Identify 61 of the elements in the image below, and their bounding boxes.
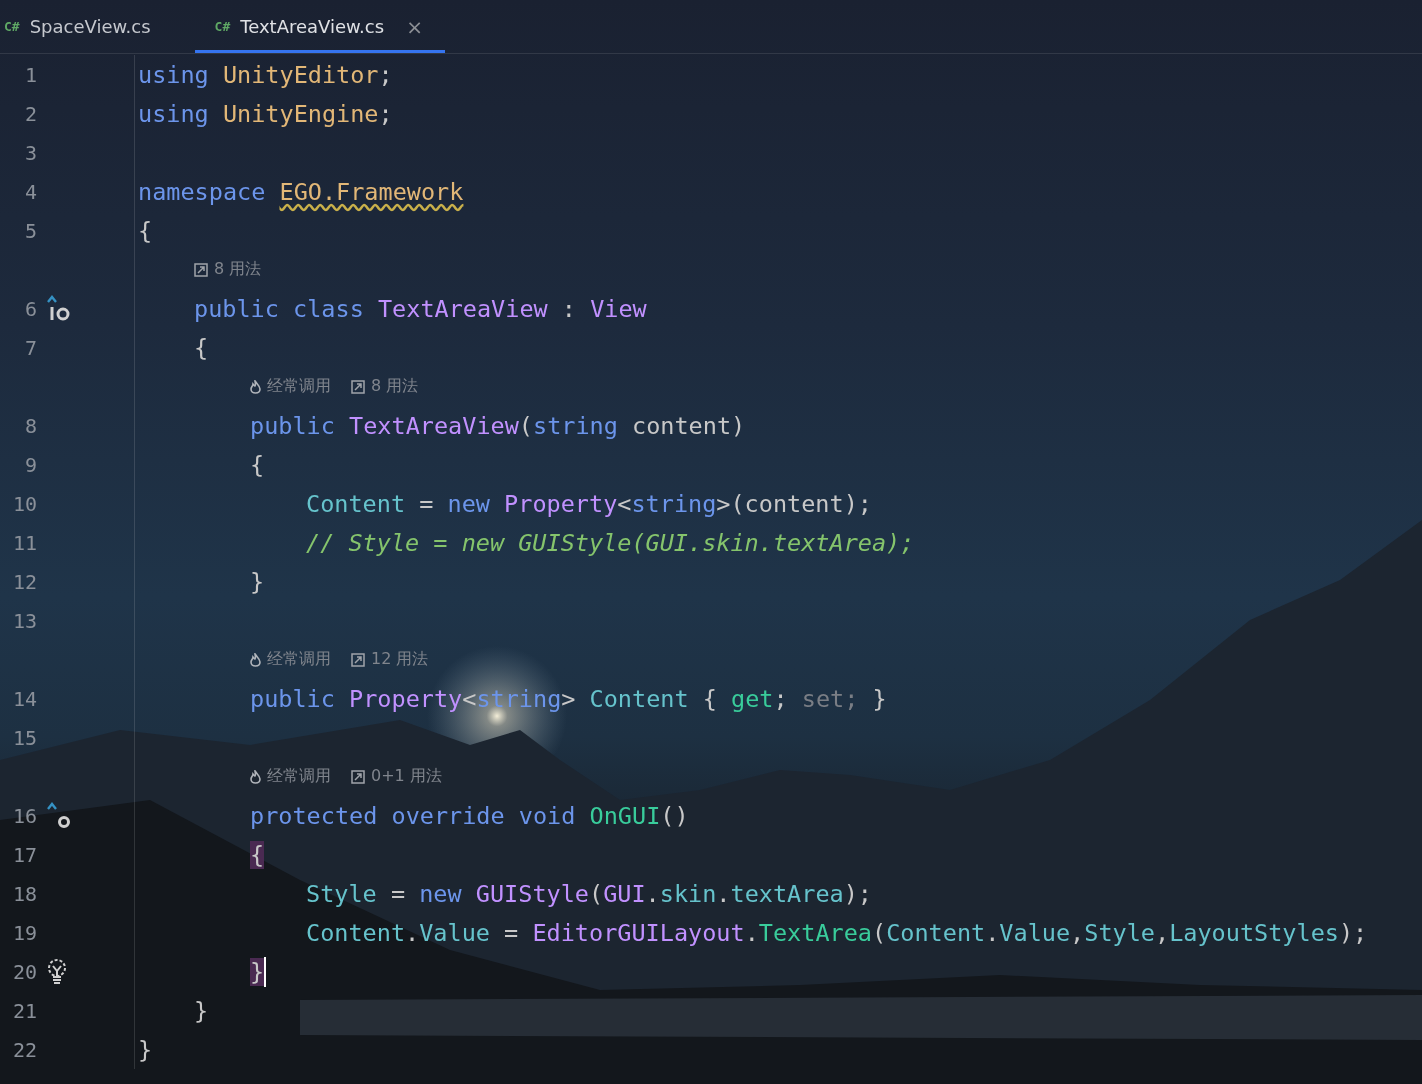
code-line: // Style = new GUIStyle(GUI.skin.textArea);	[306, 528, 915, 557]
flame-icon	[250, 769, 261, 784]
code-line: Content = new Property<string>(content);	[306, 489, 872, 518]
line-number: 6	[23, 296, 37, 321]
code-line: public class TextAreaView : View	[194, 294, 647, 323]
line-number: 5	[23, 218, 37, 243]
flame-icon	[250, 652, 261, 667]
usages-icon	[351, 652, 365, 667]
lightbulb-icon[interactable]	[46, 957, 68, 986]
code-line: protected override void OnGUI()	[250, 801, 689, 830]
code-line: {	[194, 333, 209, 362]
usages-link[interactable]: 0+1 用法	[371, 766, 442, 787]
usages-link[interactable]: 8 用法	[214, 259, 262, 280]
code-line: }	[138, 1035, 153, 1064]
code-line: }	[250, 567, 265, 596]
line-number: 19	[11, 920, 37, 945]
line-number: 13	[11, 608, 37, 633]
line-number: 16	[11, 803, 37, 828]
line-number: 4	[23, 179, 37, 204]
code-line: public TextAreaView(string content)	[250, 411, 746, 440]
line-number: 21	[11, 998, 37, 1023]
code-line: {	[250, 450, 265, 479]
code-line: Content.Value = EditorGUILayout.TextArea(Content.Value,Style,LayoutStyles);	[306, 918, 1368, 947]
frequently-called-hint: 经常调用	[267, 766, 331, 787]
line-number: 11	[11, 530, 37, 555]
file-tab[interactable]: C# TextAreaView.cs ×	[194, 0, 445, 53]
override-icon[interactable]	[46, 801, 72, 830]
line-number: 22	[11, 1037, 37, 1062]
usages-icon	[194, 262, 208, 277]
line-number: 8	[23, 413, 37, 438]
line-number: 17	[11, 842, 37, 867]
usages-link[interactable]: 8 用法	[371, 376, 419, 397]
usages-icon	[351, 769, 365, 784]
code-line: using UnityEditor;	[138, 60, 393, 89]
line-number: 12	[11, 569, 37, 594]
code-line: public Property<string> Content { get; set; }	[250, 684, 887, 713]
frequently-called-hint: 经常调用	[267, 376, 331, 397]
file-tab[interactable]: C# SpaceView.cs	[0, 0, 173, 53]
implemented-override-icon[interactable]	[46, 294, 72, 323]
code-line: Style = new GUIStyle(GUI.skin.textArea);	[306, 879, 872, 908]
frequently-called-hint: 经常调用	[267, 649, 331, 670]
line-number: 9	[23, 452, 37, 477]
line-number: 18	[11, 881, 37, 906]
usages-icon	[351, 379, 365, 394]
code-line: using UnityEngine;	[138, 99, 393, 128]
line-number: 1	[23, 62, 37, 87]
code-line: namespace EGO.Framework	[138, 177, 464, 206]
close-icon[interactable]: ×	[406, 14, 423, 39]
usages-link[interactable]: 12 用法	[371, 649, 429, 670]
line-number: 15	[11, 725, 37, 750]
code-line: }	[194, 996, 209, 1025]
code-line: {	[138, 216, 153, 245]
line-number: 2	[23, 101, 37, 126]
line-number: 7	[23, 335, 37, 360]
line-number: 14	[11, 686, 37, 711]
flame-icon	[250, 379, 261, 394]
line-number: 20	[11, 959, 37, 984]
csharp-file-icon: C#	[4, 19, 20, 34]
csharp-file-icon: C#	[214, 19, 231, 34]
line-number: 3	[23, 140, 37, 165]
line-number: 10	[11, 491, 37, 516]
